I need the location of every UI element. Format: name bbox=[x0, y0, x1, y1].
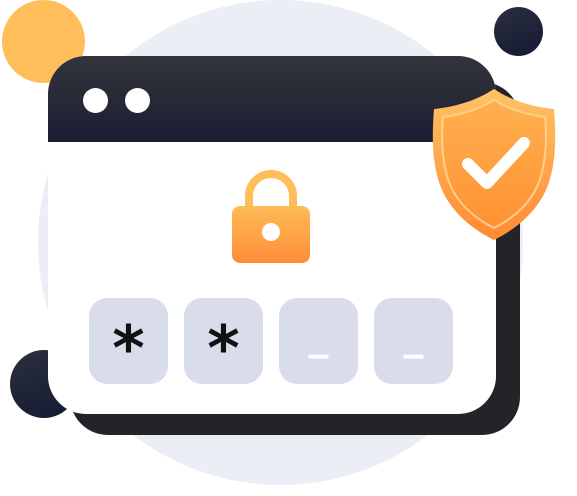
window-titlebar bbox=[48, 56, 496, 142]
browser-window: * * _ _ bbox=[48, 56, 496, 414]
window-dot-icon bbox=[83, 88, 108, 113]
pin-field-2[interactable]: * bbox=[184, 298, 263, 384]
window-dot-icon bbox=[125, 88, 150, 113]
padlock-icon bbox=[232, 170, 310, 263]
pin-input-row: * * _ _ bbox=[89, 298, 453, 384]
pin-field-4[interactable]: _ bbox=[374, 298, 453, 384]
password-security-illustration: * * _ _ bbox=[0, 0, 577, 496]
pin-field-1[interactable]: * bbox=[89, 298, 168, 384]
shield-check-icon bbox=[432, 89, 556, 240]
pin-field-3[interactable]: _ bbox=[279, 298, 358, 384]
decorative-dark-circle-top bbox=[494, 7, 543, 56]
